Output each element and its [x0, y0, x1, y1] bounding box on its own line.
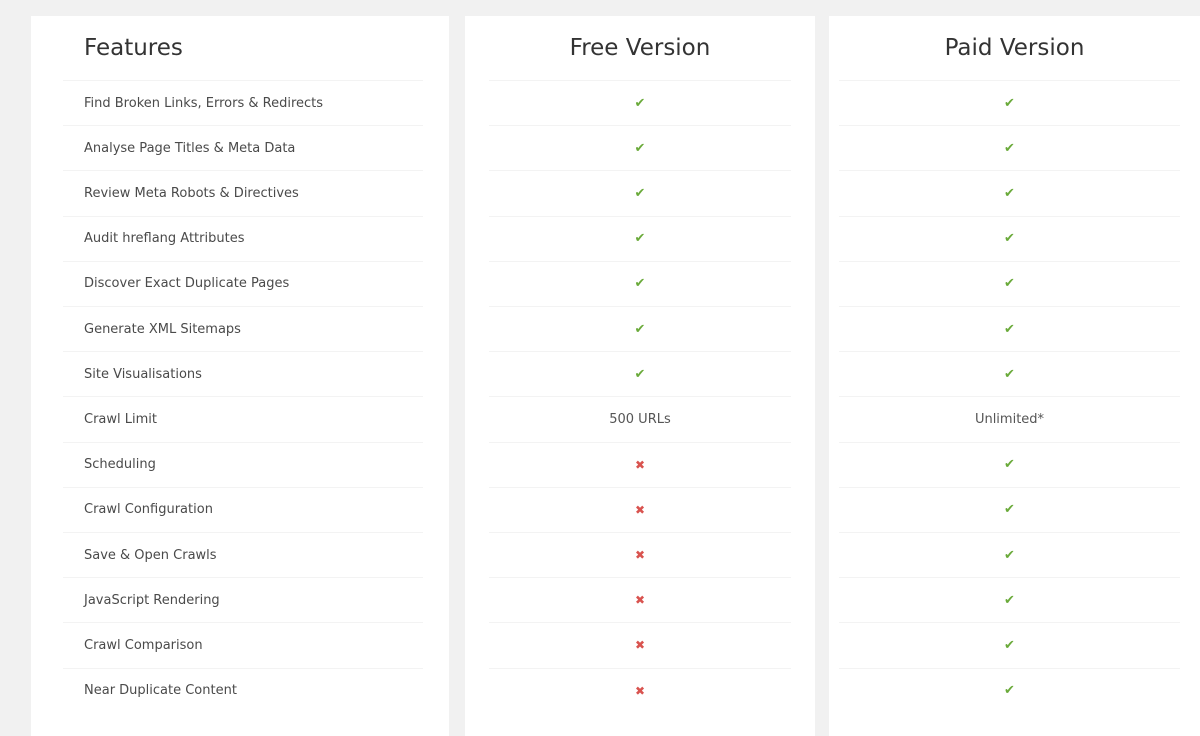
paid-version-cell: ✔	[839, 667, 1180, 713]
feature-label: Crawl Comparison	[84, 637, 203, 653]
feature-label: Site Visualisations	[84, 366, 202, 382]
free-version-value: 500 URLs	[609, 411, 671, 427]
feature-row: JavaScript Rendering	[63, 577, 423, 622]
check-icon: ✔	[1004, 592, 1015, 608]
feature-label: Scheduling	[84, 457, 156, 473]
paid-version-cell: Unlimited*	[839, 396, 1180, 441]
paid-version-cell: ✔	[839, 170, 1180, 215]
feature-row: Crawl Comparison	[63, 622, 423, 667]
cross-icon: ✖	[634, 683, 646, 698]
check-icon: ✔	[634, 276, 646, 292]
check-icon: ✔	[1004, 95, 1015, 111]
cross-icon: ✖	[634, 638, 646, 653]
cross-icon: ✖	[634, 502, 646, 517]
free-version-cell: 500 URLs	[489, 396, 791, 441]
paid-version-value: Unlimited*	[974, 411, 1045, 427]
feature-row: Scheduling	[63, 441, 423, 487]
paid-version-cell: ✔	[839, 306, 1180, 351]
paid-version-cell: ✔	[839, 260, 1180, 306]
feature-label: JavaScript Rendering	[84, 592, 220, 608]
feature-row: Discover Exact Duplicate Pages	[63, 260, 423, 306]
feature-row: Generate XML Sitemaps	[63, 306, 423, 351]
paid-version-cell: ✔	[839, 80, 1180, 125]
free-version-cell: ✖	[489, 441, 791, 487]
feature-row: Near Duplicate Content	[63, 667, 423, 713]
feature-row: Audit hreflang Attributes	[63, 215, 423, 261]
paid-version-cell: ✔	[839, 215, 1180, 261]
check-icon: ✔	[634, 140, 646, 156]
feature-label: Crawl Configuration	[84, 502, 213, 518]
paid-version-cell: ✔	[839, 486, 1180, 532]
feature-row: Find Broken Links, Errors & Redirects	[63, 80, 423, 125]
check-icon: ✔	[634, 321, 646, 337]
features-header: Features	[84, 35, 183, 61]
paid-version-cell: ✔	[839, 577, 1180, 622]
check-icon: ✔	[1004, 140, 1015, 156]
check-icon: ✔	[1004, 502, 1015, 518]
feature-label: Discover Exact Duplicate Pages	[84, 276, 290, 292]
feature-row: Crawl Limit	[63, 396, 423, 441]
paid-version-cell: ✔	[839, 622, 1180, 667]
free-version-cell: ✔	[489, 306, 791, 351]
free-version-cell: ✔	[489, 351, 791, 396]
check-icon: ✔	[634, 366, 646, 382]
feature-label: Crawl Limit	[84, 411, 157, 427]
check-icon: ✔	[634, 231, 646, 247]
free-version-cell: ✔	[489, 215, 791, 261]
feature-label: Save & Open Crawls	[84, 547, 217, 563]
paid-version-cell: ✔	[839, 125, 1180, 170]
feature-label: Near Duplicate Content	[84, 683, 237, 699]
feature-label: Find Broken Links, Errors & Redirects	[84, 95, 324, 111]
feature-row: Analyse Page Titles & Meta Data	[63, 125, 423, 170]
feature-row: Save & Open Crawls	[63, 532, 423, 577]
feature-label: Audit hreflang Attributes	[84, 231, 245, 247]
feature-label: Analyse Page Titles & Meta Data	[84, 140, 296, 156]
free-version-cell: ✖	[489, 622, 791, 667]
features-column: Features Find Broken Links, Errors & Red…	[31, 16, 449, 736]
check-icon: ✔	[1004, 276, 1015, 292]
free-version-cell: ✖	[489, 486, 791, 532]
free-version-cell: ✖	[489, 667, 791, 713]
free-version-header: Free Version	[569, 35, 711, 61]
feature-label: Review Meta Robots & Directives	[84, 185, 299, 201]
paid-version-header: Paid Version	[944, 35, 1085, 61]
free-version-column: Free Version ✔ ✔ ✔ ✔ ✔ ✔ ✔ 500 URLs ✖ ✖ ✖ ✖ ✖ ✖	[465, 16, 815, 736]
cross-icon: ✖	[634, 548, 646, 563]
cross-icon: ✖	[634, 593, 646, 608]
paid-version-cell: ✔	[839, 351, 1180, 396]
check-icon: ✔	[1004, 637, 1015, 653]
free-version-cell: ✔	[489, 170, 791, 215]
free-version-cell: ✔	[489, 125, 791, 170]
paid-version-column: Paid Version ✔ ✔ ✔ ✔ ✔ ✔ ✔ Unlimited* ✔ ✔ ✔ ✔ ✔ ✔	[829, 16, 1200, 736]
check-icon: ✔	[1004, 185, 1015, 201]
check-icon: ✔	[634, 185, 646, 201]
check-icon: ✔	[1004, 366, 1015, 382]
feature-label: Generate XML Sitemaps	[84, 321, 241, 337]
paid-version-cell: ✔	[839, 532, 1180, 577]
check-icon: ✔	[1004, 231, 1015, 247]
feature-row: Site Visualisations	[63, 351, 423, 396]
free-version-cell: ✔	[489, 80, 791, 125]
feature-row: Review Meta Robots & Directives	[63, 170, 423, 215]
free-version-cell: ✖	[489, 532, 791, 577]
check-icon: ✔	[1004, 321, 1015, 337]
check-icon: ✔	[1004, 683, 1015, 699]
feature-row: Crawl Configuration	[63, 486, 423, 532]
check-icon: ✔	[1004, 457, 1015, 473]
paid-version-cell: ✔	[839, 441, 1180, 487]
check-icon: ✔	[634, 95, 646, 111]
cross-icon: ✖	[634, 457, 646, 472]
free-version-cell: ✖	[489, 577, 791, 622]
free-version-cell: ✔	[489, 260, 791, 306]
check-icon: ✔	[1004, 547, 1015, 563]
